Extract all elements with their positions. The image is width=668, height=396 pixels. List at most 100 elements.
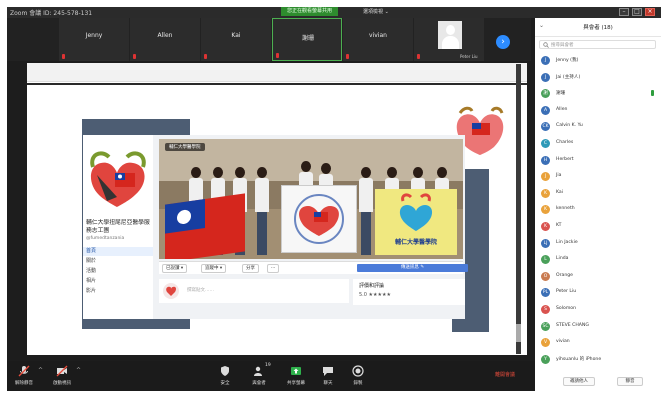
participants-button[interactable]: 19 與會者 — [244, 363, 274, 389]
banner-heart-icon — [399, 193, 433, 231]
page-name: 輔仁大學扭尾尼亞醫學服務志工團 — [86, 220, 150, 234]
video-tile-active-speaker[interactable]: 謝珊 — [272, 18, 342, 61]
invite-button[interactable]: 邀請他人 — [563, 377, 595, 386]
mic-options-chevron-icon[interactable]: ^ — [38, 367, 43, 374]
banner-logo-icon — [294, 194, 344, 244]
participant-row-name: Lin Jackie — [556, 239, 578, 245]
panel-header: ⌄ 與會者 (18) — [535, 18, 661, 37]
send-message-button[interactable]: 傳送訊息 ✎ — [357, 264, 468, 272]
participant-row-name: vivian — [556, 339, 570, 345]
participant-row[interactable]: 謝謝珊 — [535, 88, 661, 100]
participant-row[interactable]: J Jai (主持人) — [535, 72, 661, 84]
participant-row[interactable]: A Allen — [535, 105, 661, 117]
more-button[interactable]: ··· — [267, 264, 280, 273]
title-bar: Zoom 會議 ID: 245-578-131 您正在觀看螢幕共用 選項檢視 ⌄… — [7, 7, 661, 18]
person-figure — [359, 167, 373, 255]
participant-row[interactable]: CK Calvin K. Yu — [535, 121, 661, 133]
person-figure — [255, 167, 269, 255]
maximize-icon[interactable]: □ — [632, 8, 642, 16]
record-button[interactable]: 錄製 — [343, 363, 373, 389]
nav-events[interactable]: 活動 — [83, 267, 153, 276]
logo-banner — [281, 185, 357, 253]
participant-row-name: yihsuanlu 的 iPhone — [556, 356, 602, 362]
scrollbar-thumb[interactable] — [516, 324, 521, 342]
participant-row[interactable]: Kkenneth — [535, 204, 661, 216]
chat-icon — [323, 367, 333, 376]
participant-row-name: Orange — [556, 272, 573, 278]
next-page-icon[interactable]: › — [496, 35, 510, 49]
shared-screen: 輔仁大學扭尾尼亞醫學服務志工團 @fumedtanzania 首頁 關於 活動 … — [27, 63, 527, 355]
unmute-button[interactable]: 解除靜音 — [9, 363, 39, 389]
participant-row[interactable]: J Jia — [535, 171, 661, 183]
avatar: Y — [541, 354, 550, 364]
leave-meeting-button[interactable]: 離開會議 — [495, 371, 515, 378]
facebook-page: 輔仁大學扭尾尼亞醫學服務志工團 @fumedtanzania 首頁 關於 活動 … — [83, 135, 468, 319]
share-screen-label: 共享螢幕 — [287, 381, 305, 386]
post-composer[interactable]: 撰寫貼文…… — [159, 279, 349, 303]
nav-home[interactable]: 首頁 — [83, 247, 153, 256]
panel-title: 與會者 (18) — [583, 25, 613, 31]
reviews-title: 評價和評論 — [359, 283, 385, 289]
participant-row[interactable]: J Jenny (我) — [535, 55, 661, 67]
avatar: A — [541, 105, 550, 115]
avatar: S — [541, 305, 550, 314]
chat-label: 聊天 — [323, 381, 333, 386]
participant-row[interactable]: Yyihsuanlu 的 iPhone — [535, 354, 661, 366]
participant-name: Kai — [231, 32, 241, 39]
view-options-button[interactable]: 選項檢視 ⌄ — [363, 8, 389, 15]
video-tile[interactable]: Jenny — [59, 18, 129, 61]
reviews-score: 5.0 ★★★★★ — [359, 292, 391, 298]
video-tile[interactable]: Peter Liu — [414, 18, 484, 61]
participant-row-name: Charles — [556, 140, 574, 145]
page-avatar-icon — [163, 283, 179, 299]
participant-row[interactable]: Vvivian — [535, 337, 661, 349]
window-title: Zoom 會議 ID: 245-578-131 — [10, 10, 93, 17]
video-options-chevron-icon[interactable]: ^ — [76, 367, 81, 374]
share-screen-button[interactable]: 共享螢幕 — [281, 363, 311, 389]
gallery-strip: Jenny Allen Kai 謝珊 vivian Peter Liu › — [7, 18, 531, 61]
reviews-card[interactable]: 評價和評論 5.0 ★★★★★ — [353, 279, 465, 305]
cover-photo[interactable]: 輔仁大學醫學院 輔仁大學醫學院 — [159, 139, 463, 259]
start-video-button[interactable]: 啟動視訊 — [47, 363, 77, 389]
video-tile[interactable]: Allen — [130, 18, 200, 61]
participant-row[interactable]: SC STEVE CHANG — [535, 321, 661, 333]
shared-scrollbar[interactable] — [516, 64, 521, 354]
following-button[interactable]: 追蹤中 ▾ — [201, 264, 227, 273]
avatar: K — [541, 205, 550, 215]
chat-button[interactable]: 聊天 — [313, 363, 343, 389]
muted-mic-icon — [133, 54, 136, 59]
participant-row[interactable]: S Solomon — [535, 304, 661, 316]
participant-row-name: Allen — [556, 106, 568, 112]
nav-about[interactable]: 關於 — [83, 257, 153, 266]
search-icon — [543, 42, 549, 48]
participant-row-name: Solomon — [556, 306, 577, 311]
participant-row[interactable]: K Kai — [535, 188, 661, 200]
participant-search-input[interactable]: 搜尋與會者 — [539, 40, 656, 49]
participant-row[interactable]: C Charles — [535, 138, 661, 150]
avatar: H — [541, 155, 550, 165]
participant-name: 謝珊 — [301, 35, 314, 42]
page-profile-logo-icon[interactable] — [87, 145, 149, 211]
participant-row[interactable]: L Linda — [535, 254, 661, 266]
minimize-icon[interactable]: – — [619, 8, 629, 16]
participant-name: Jenny — [85, 32, 103, 39]
share-button[interactable]: 分享 — [242, 264, 259, 273]
liked-button[interactable]: 已說讚 ▾ — [162, 264, 188, 273]
participant-row[interactable]: H Herbert — [535, 155, 661, 167]
video-tile[interactable]: Kai — [201, 18, 271, 61]
participant-row[interactable]: PL Peter Liu — [535, 287, 661, 299]
participant-row-name: STEVE CHANG — [556, 322, 589, 328]
mute-all-button[interactable]: 靜音 — [617, 377, 643, 386]
participant-row[interactable]: LJ Lin Jackie — [535, 238, 661, 250]
participant-row-name: kenneth — [556, 206, 575, 212]
nav-photos[interactable]: 相片 — [83, 277, 153, 286]
participant-row[interactable]: O Orange — [535, 271, 661, 283]
participant-row[interactable]: K KT — [535, 221, 661, 233]
record-label: 錄製 — [353, 381, 363, 386]
muted-mic-icon — [276, 53, 279, 58]
close-icon[interactable]: × — [645, 8, 655, 16]
nav-videos[interactable]: 影片 — [83, 287, 153, 296]
avatar: K — [541, 222, 550, 231]
security-button[interactable]: 安全 — [210, 363, 240, 389]
video-tile[interactable]: vivian — [343, 18, 413, 61]
